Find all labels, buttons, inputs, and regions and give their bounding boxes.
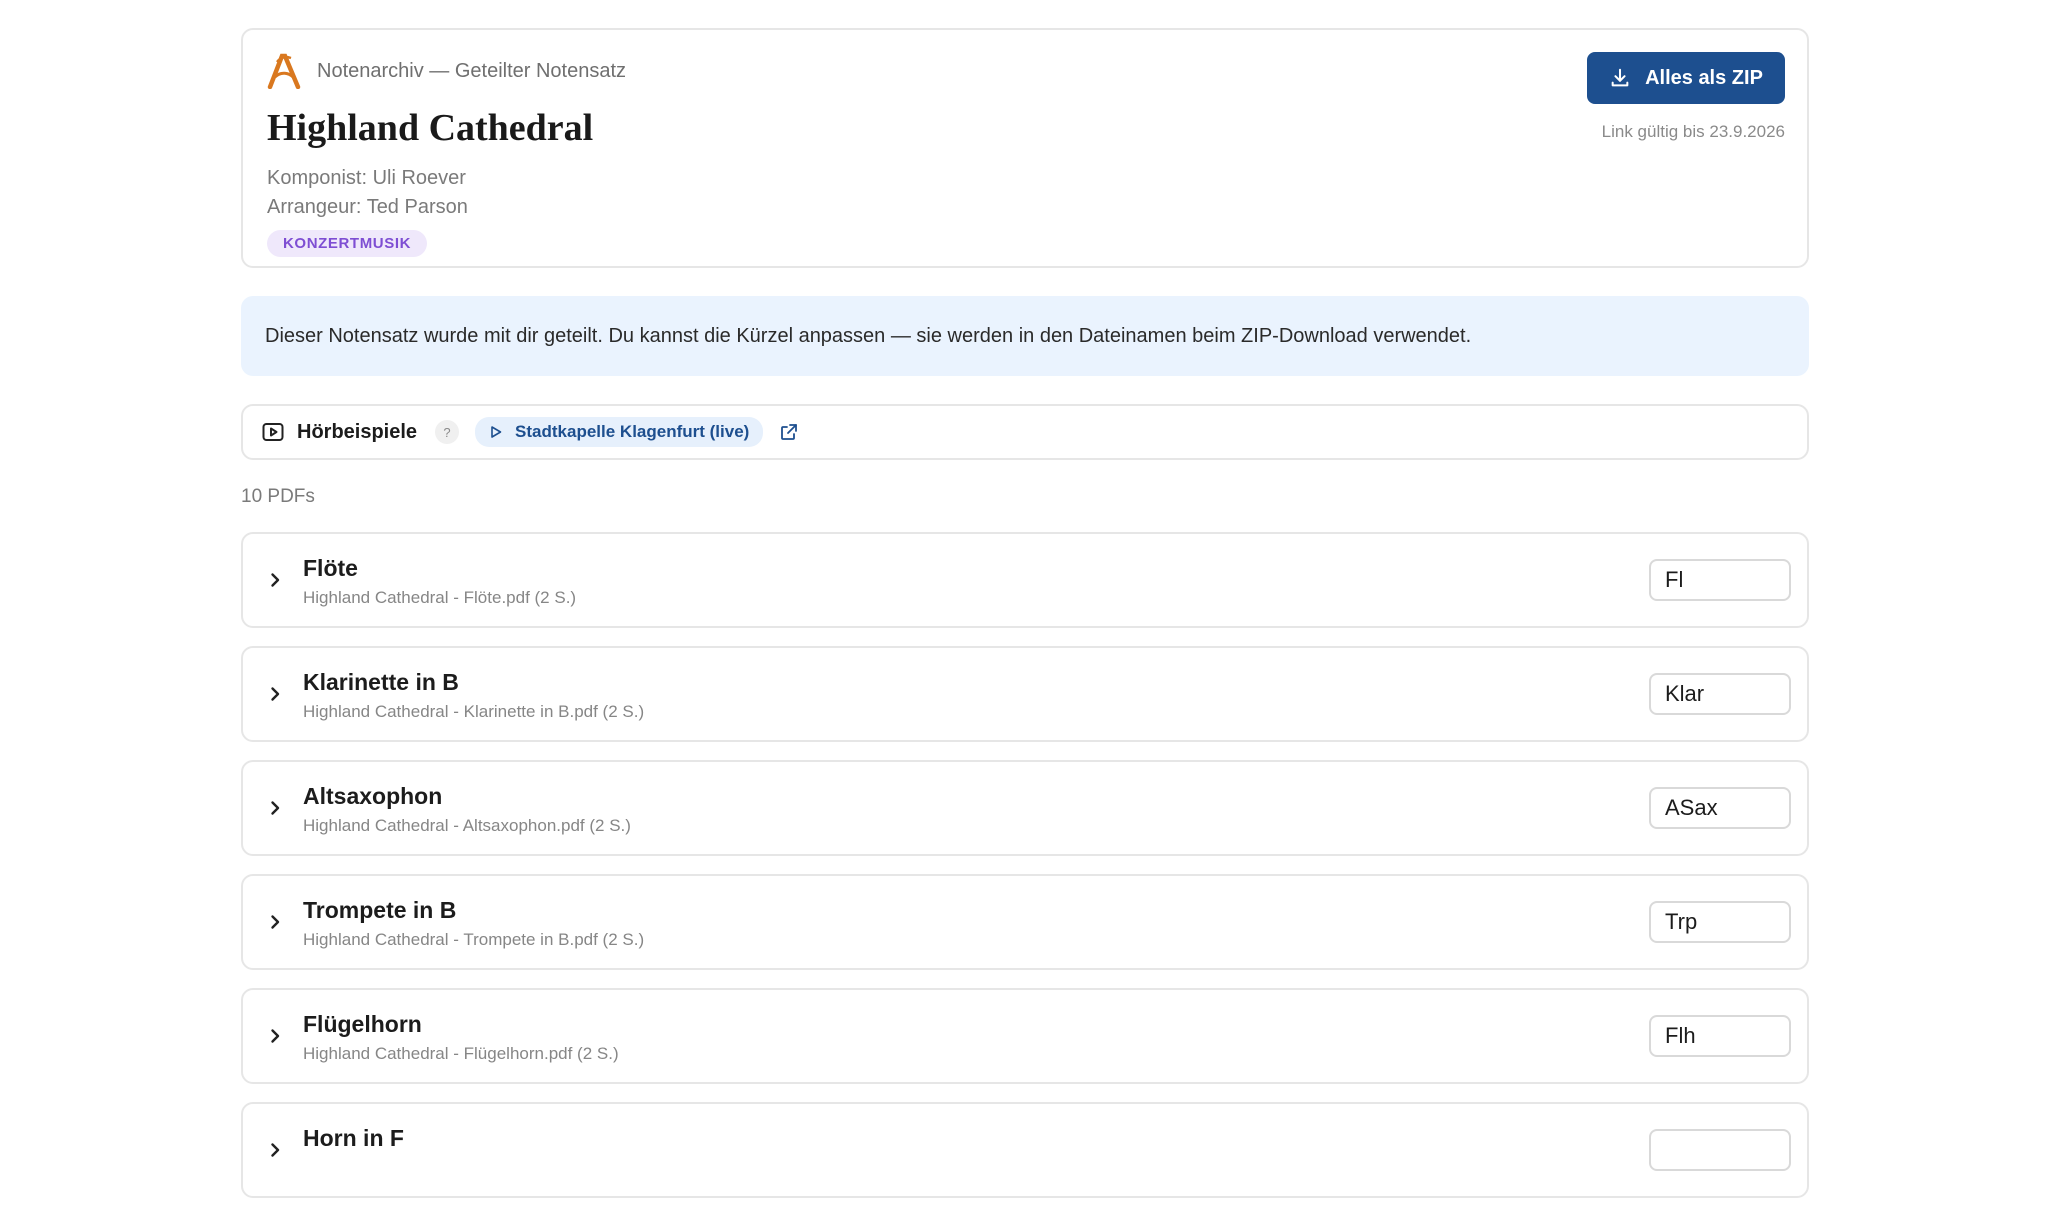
composer: Komponist: Uli Roever	[267, 167, 466, 189]
pdf-text: Horn in F	[303, 1124, 404, 1158]
pdf-item[interactable]: Flügelhorn Highland Cathedral - Flügelho…	[241, 988, 1809, 1084]
download-icon	[1611, 68, 1629, 87]
header-card: Notenarchiv — Geteilter Notensatz Highla…	[241, 28, 1809, 268]
genre-tag: KONZERTMUSIK	[267, 230, 428, 257]
pdf-text: Klarinette in B Highland Cathedral - Kla…	[303, 668, 644, 722]
info-banner-text: Dieser Notensatz wurde mit dir geteilt. …	[265, 324, 1472, 347]
download-zip-button[interactable]: Alles als ZIP	[1587, 52, 1785, 104]
play-box-icon	[262, 423, 284, 441]
pdf-name: Flügelhorn	[303, 1011, 422, 1037]
chevron-right-icon[interactable]	[265, 1026, 285, 1046]
pdf-item[interactable]: Flöte Highland Cathedral - Flöte.pdf (2 …	[241, 532, 1809, 628]
pdf-filename: Highland Cathedral - Flöte.pdf (2 S.)	[303, 588, 577, 607]
pdf-name: Flöte	[303, 555, 358, 581]
chevron-right-icon[interactable]	[265, 684, 285, 704]
abbreviation-input[interactable]	[1649, 673, 1791, 715]
pdf-item[interactable]: Altsaxophon Highland Cathedral - Altsaxo…	[241, 760, 1809, 856]
audio-examples-row: Hörbeispiele ? Stadtkapelle Klagenfurt (…	[241, 404, 1809, 460]
chevron-right-icon[interactable]	[265, 1140, 285, 1160]
pdf-filename: Highland Cathedral - Trompete in B.pdf (…	[303, 930, 645, 949]
info-banner: Dieser Notensatz wurde mit dir geteilt. …	[241, 296, 1809, 376]
pdf-text: Flügelhorn Highland Cathedral - Flügelho…	[303, 1010, 619, 1064]
pdf-item[interactable]: Horn in F	[241, 1102, 1809, 1198]
brand-row: Notenarchiv — Geteilter Notensatz	[267, 52, 1783, 90]
abbreviation-input[interactable]	[1649, 1129, 1791, 1171]
audio-link-button[interactable]: Stadtkapelle Klagenfurt (live)	[475, 417, 764, 447]
pdf-filename: Highland Cathedral - Flügelhorn.pdf (2 S…	[303, 1044, 619, 1063]
pdf-name: Klarinette in B	[303, 669, 459, 695]
pdf-text: Flöte Highland Cathedral - Flöte.pdf (2 …	[303, 554, 576, 608]
help-icon[interactable]: ?	[435, 420, 460, 444]
brand-logo-icon	[267, 53, 301, 90]
pdf-item[interactable]: Klarinette in B Highland Cathedral - Kla…	[241, 646, 1809, 742]
pdf-count: 10 PDFs	[241, 486, 315, 507]
pdf-item[interactable]: Trompete in B Highland Cathedral - Tromp…	[241, 874, 1809, 970]
chevron-right-icon[interactable]	[265, 798, 285, 818]
pdf-name: Horn in F	[303, 1125, 404, 1151]
brand-text: Notenarchiv — Geteilter Notensatz	[317, 59, 627, 82]
link-expiry: Link gültig bis 23.9.2026	[1601, 122, 1785, 141]
audio-link-label: Stadtkapelle Klagenfurt (live)	[515, 422, 750, 441]
pdf-text: Trompete in B Highland Cathedral - Tromp…	[303, 896, 644, 950]
pdf-text: Altsaxophon Highland Cathedral - Altsaxo…	[303, 782, 631, 836]
arranger: Arrangeur: Ted Parson	[267, 196, 468, 218]
abbreviation-input[interactable]	[1649, 1015, 1791, 1057]
pdf-filename: Highland Cathedral - Altsaxophon.pdf (2 …	[303, 816, 631, 835]
chevron-right-icon[interactable]	[265, 570, 285, 590]
chevron-right-icon[interactable]	[265, 912, 285, 932]
pdf-filename: Highland Cathedral - Klarinette in B.pdf…	[303, 702, 645, 721]
pdf-name: Trompete in B	[303, 897, 457, 923]
abbreviation-input[interactable]	[1649, 901, 1791, 943]
pdf-list: Flöte Highland Cathedral - Flöte.pdf (2 …	[241, 532, 1809, 1198]
page-title: Highland Cathedral	[267, 107, 594, 149]
abbreviation-input[interactable]	[1649, 787, 1791, 829]
audio-examples-title: Hörbeispiele	[297, 420, 418, 443]
pdf-name: Altsaxophon	[303, 783, 443, 809]
abbreviation-input[interactable]	[1649, 559, 1791, 601]
play-icon	[491, 426, 502, 438]
download-zip-label: Alles als ZIP	[1645, 66, 1763, 89]
external-link-icon[interactable]	[779, 422, 799, 442]
page: Notenarchiv — Geteilter Notensatz Highla…	[241, 28, 1809, 1216]
